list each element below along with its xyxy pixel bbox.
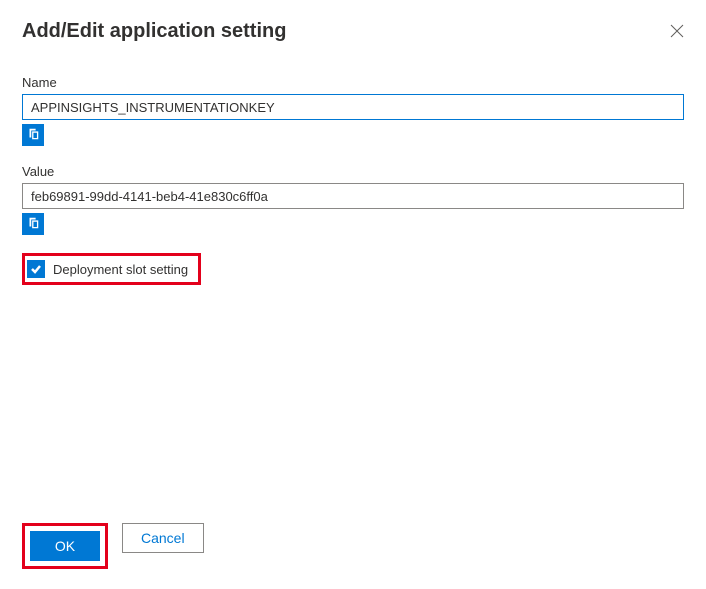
- copy-name-button[interactable]: [22, 124, 44, 146]
- value-label: Value: [22, 164, 684, 179]
- panel-title: Add/Edit application setting: [22, 20, 286, 43]
- value-input[interactable]: [22, 183, 684, 209]
- deployment-slot-label: Deployment slot setting: [53, 262, 188, 277]
- cancel-button[interactable]: Cancel: [122, 523, 204, 553]
- deployment-slot-checkbox[interactable]: [27, 260, 45, 278]
- deployment-slot-row: Deployment slot setting: [22, 253, 201, 285]
- check-icon: [30, 263, 42, 275]
- copy-icon: [26, 127, 40, 144]
- value-field: Value: [22, 164, 684, 235]
- name-label: Name: [22, 75, 684, 90]
- name-field: Name: [22, 75, 684, 146]
- copy-value-button[interactable]: [22, 213, 44, 235]
- ok-highlight: OK: [22, 523, 108, 569]
- name-input[interactable]: [22, 94, 684, 120]
- copy-icon: [26, 216, 40, 233]
- ok-button[interactable]: OK: [30, 531, 100, 561]
- close-icon[interactable]: [670, 24, 684, 38]
- footer-actions: OK Cancel: [22, 523, 204, 569]
